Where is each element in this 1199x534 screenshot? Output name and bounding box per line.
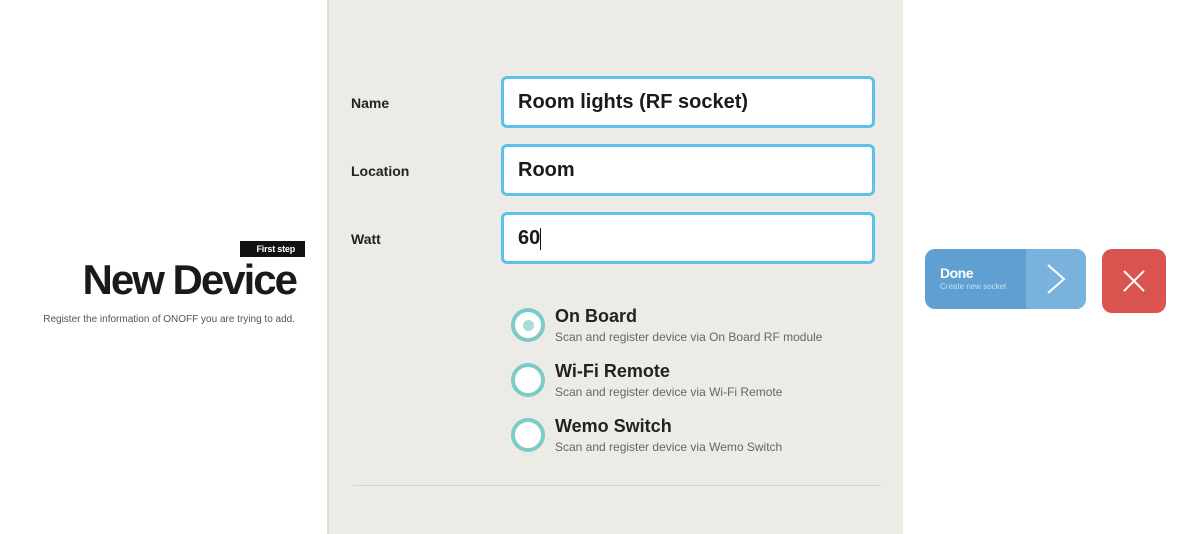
chevron-right-icon [1047, 264, 1066, 294]
form-divider [353, 485, 881, 486]
radio-button[interactable] [511, 308, 545, 342]
step-badge: First step [240, 241, 305, 257]
name-input[interactable] [501, 76, 875, 128]
watt-input[interactable]: 60 [501, 212, 875, 264]
option-title: Wi-Fi Remote [555, 361, 670, 381]
option-description: Scan and register device via Wemo Switch [555, 440, 783, 454]
device-type-option-wemo-switch[interactable]: Wemo Switch Scan and register device via… [511, 416, 871, 468]
option-description: Scan and register device via Wi-Fi Remot… [555, 385, 783, 399]
page-title: New Device [82, 256, 298, 303]
close-icon [1123, 270, 1145, 292]
watt-value: 60 [518, 227, 541, 249]
done-arrow-area[interactable] [1026, 249, 1086, 309]
new-device-page: First step New Device Register the infor… [0, 0, 1199, 534]
watt-label: Watt [351, 231, 381, 247]
option-description: Scan and register device via On Board RF… [555, 330, 823, 344]
text-caret [540, 227, 542, 250]
radio-selected-dot [523, 320, 534, 331]
close-button[interactable] [1102, 249, 1166, 313]
intro-section: First step New Device Register the infor… [0, 0, 310, 534]
radio-button[interactable] [511, 363, 545, 397]
location-input[interactable] [501, 144, 875, 196]
radio-button[interactable] [511, 418, 545, 452]
option-title: Wemo Switch [555, 416, 672, 436]
done-sublabel: Create new socket [940, 282, 1007, 291]
name-label: Name [351, 95, 390, 111]
device-type-option-wifi-remote[interactable]: Wi-Fi Remote Scan and register device vi… [511, 361, 871, 413]
done-button[interactable]: Done Create new socket [925, 249, 1086, 309]
done-label: Done [940, 265, 974, 281]
location-label: Location [351, 163, 410, 179]
page-subtitle: Register the information of ONOFF you ar… [43, 314, 295, 325]
device-form-panel: Name Location Watt 60 On Board Scan and … [327, 0, 903, 534]
option-title: On Board [555, 306, 638, 326]
device-type-option-on-board[interactable]: On Board Scan and register device via On… [511, 306, 871, 358]
